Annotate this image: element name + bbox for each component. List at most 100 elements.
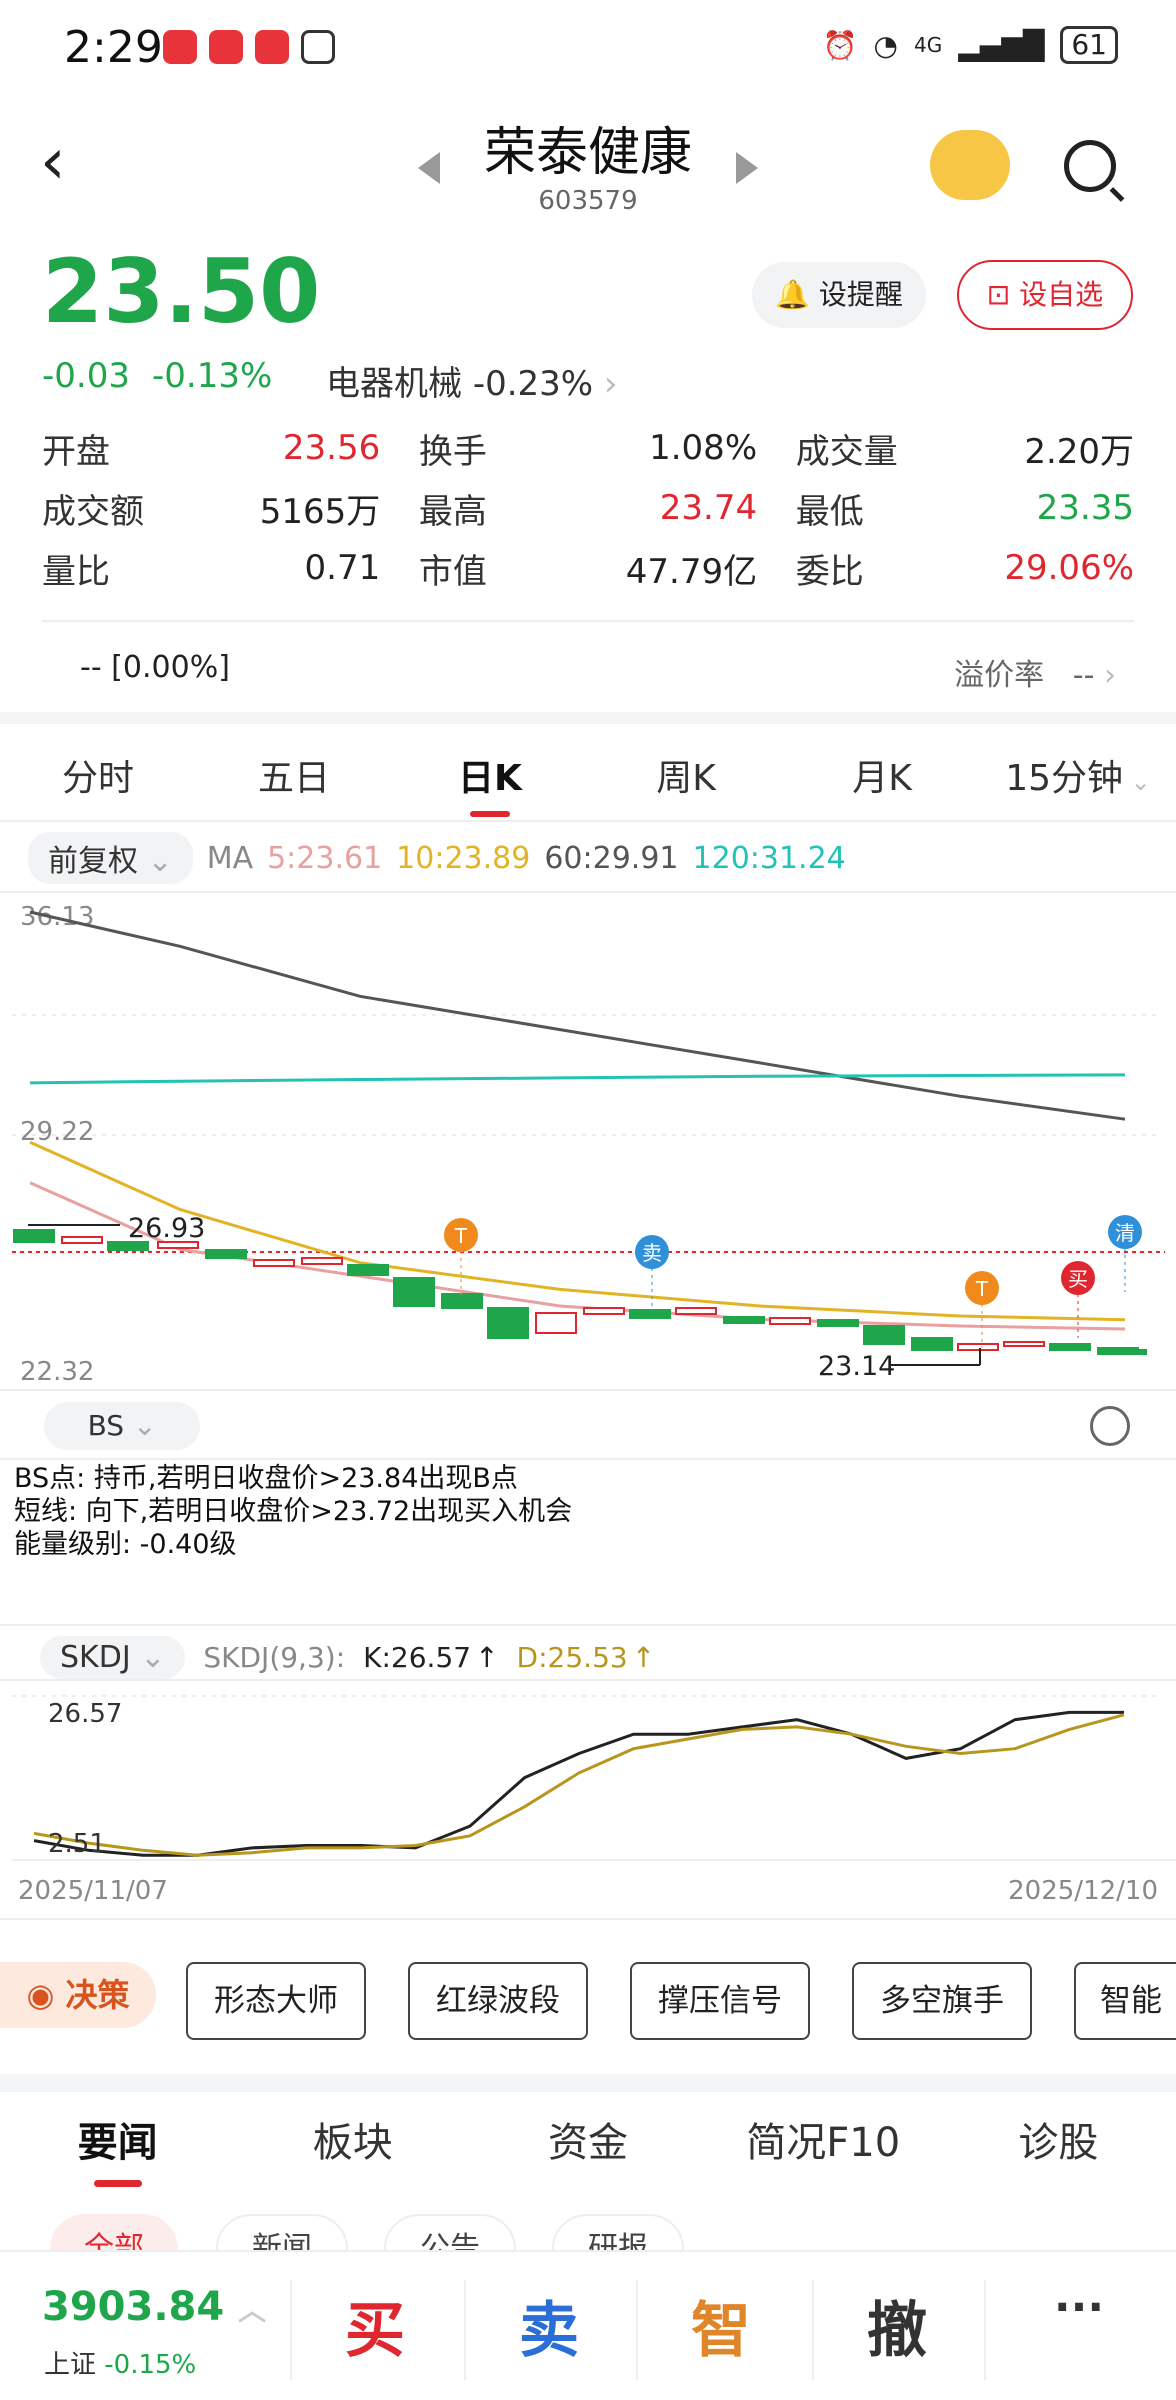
ma-legend: 前复权 ⌄ MA 5:23.61 10:23.89 60:29.91 120:3… (28, 832, 846, 884)
stat-value: 5165万 (259, 491, 381, 532)
candle (13, 1229, 55, 1243)
up-arrow-icon: ↑ (631, 1641, 656, 1674)
chevron-up-icon: ︿ (238, 2294, 267, 2327)
ma60-value: 60:29.91 (544, 840, 679, 876)
divider (984, 2280, 986, 2380)
mascot-icon[interactable] (930, 130, 1010, 200)
more-icon[interactable]: ··· (994, 2282, 1164, 2333)
tool-bull-bear[interactable]: 多空旗手 (852, 1962, 1032, 2040)
decision-button[interactable]: ◉ 决策 (0, 1962, 156, 2028)
status-time: 2:29 (64, 22, 163, 73)
ma5-value: 5:23.61 (267, 840, 383, 876)
tab-diagnosis[interactable]: 诊股 (941, 2110, 1176, 2168)
up-arrow-icon: ↑ (475, 1641, 499, 1674)
tab-monthly-k[interactable]: 月K (784, 749, 980, 801)
premium-rate[interactable]: 溢价率 -- › (954, 650, 1116, 694)
current-price: 23.50 (42, 240, 321, 343)
skdj-y-top: 26.57 (48, 1699, 122, 1729)
bs-info: BS点: 持币,若明日收盘价>23.84出现B点 短线: 向下,若明日收盘价>2… (14, 1462, 572, 1561)
smart-button[interactable]: 智 (636, 2282, 806, 2369)
decision-icon: ◉ (26, 1976, 55, 2014)
skdj-k-line (33, 1710, 1124, 1857)
app-icon (163, 30, 197, 64)
candle (1003, 1341, 1045, 1347)
sector-name: 电器机械 (326, 364, 462, 404)
stat-value: 23.56 (282, 428, 381, 468)
stat-value: 0.71 (304, 548, 381, 588)
bell-icon: 🔔 (775, 278, 810, 311)
tool-pattern-master[interactable]: 形态大师 (186, 1962, 366, 2040)
index-name: 上证 (44, 2350, 97, 2380)
sector-pct: -0.23% (472, 364, 594, 404)
cancel-order-button[interactable]: 撤 (812, 2282, 982, 2369)
index-pct: -0.15% (104, 2350, 197, 2380)
app-icon (209, 30, 243, 64)
settings-gear-icon[interactable] (1090, 1406, 1130, 1446)
nfc-icon (301, 30, 335, 64)
date-end: 2025/12/10 (1008, 1876, 1158, 1906)
app-icon (255, 30, 289, 64)
bottom-trade-bar: 3903.84 ︿ 上证 -0.15% 买 卖 智 撤 ··· (0, 2250, 1176, 2400)
ma-line-ma5 (29, 1181, 1126, 1331)
tab-funds[interactable]: 资金 (470, 2110, 705, 2168)
tool-support-resistance[interactable]: 撑压信号 (630, 1962, 810, 2040)
ma-line-ma60 (29, 910, 1126, 1121)
next-stock-icon[interactable] (736, 152, 758, 184)
price-change: -0.03 (42, 356, 130, 396)
candle (61, 1236, 103, 1244)
stat-label: 委比 (795, 551, 864, 592)
alarm-icon: ⏰ (822, 28, 858, 62)
news-tabs: 要闻 板块 资金 简况F10 诊股 (0, 2110, 1176, 2187)
divider (0, 1458, 1176, 1460)
candle (393, 1277, 435, 1307)
candle (1129, 1349, 1147, 1355)
decision-label: 决策 (65, 1976, 130, 2014)
index-value[interactable]: 3903.84 ︿ (42, 2284, 266, 2330)
premium-label: 溢价率 (954, 658, 1045, 693)
stats-row: 量比 0.71 市值 47.79亿 委比 29.06% (42, 538, 1134, 598)
tool-bar: ◉ 决策 形态大师 红绿波段 撑压信号 多空旗手 智能 (0, 1962, 1176, 2040)
candle (957, 1343, 999, 1351)
sell-button[interactable]: 卖 (464, 2282, 634, 2369)
adjust-select[interactable]: 前复权 ⌄ (28, 832, 193, 884)
set-alert-button[interactable]: 🔔 设提醒 (752, 262, 926, 328)
stat-value: 23.35 (1036, 488, 1135, 528)
candle (769, 1317, 811, 1325)
signal-marker-label: 买 (1068, 1267, 1088, 1291)
tool-smart[interactable]: 智能 (1074, 1962, 1176, 2040)
buy-button[interactable]: 买 (290, 2282, 460, 2369)
section-divider (0, 2074, 1176, 2092)
chevron-down-icon: ⌄ (132, 1409, 157, 1442)
skdj-select[interactable]: SKDJ ⌄ (40, 1636, 186, 1679)
tab-weekly-k[interactable]: 周K (588, 749, 784, 801)
tab-headlines[interactable]: 要闻 (0, 2110, 235, 2187)
tool-red-green-band[interactable]: 红绿波段 (408, 1962, 588, 2040)
tab-sector[interactable]: 板块 (235, 2110, 470, 2168)
stat-label: 最高 (418, 491, 487, 532)
tab-15min[interactable]: 15分钟 ⌄ (980, 749, 1176, 801)
chevron-right-icon: › (603, 364, 618, 404)
tab-five-day[interactable]: 五日 (196, 749, 392, 801)
candle (723, 1316, 765, 1324)
tab-f10[interactable]: 简况F10 (706, 2110, 941, 2168)
tab-intraday[interactable]: 分时 (0, 749, 196, 801)
notification-icons (163, 30, 335, 64)
search-icon[interactable] (1064, 140, 1116, 192)
stat-label: 市值 (418, 551, 487, 592)
bs-select[interactable]: BS ⌄ (44, 1402, 200, 1450)
ma120-value: 120:31.24 (692, 840, 846, 876)
divider (0, 820, 1176, 822)
chevron-down-icon: ⌄ (1123, 768, 1151, 796)
date-start: 2025/11/07 (18, 1876, 168, 1906)
sector-link[interactable]: 电器机械 -0.23% › (326, 356, 618, 405)
stats-row: 成交额 5165万 最高 23.74 最低 23.35 (42, 478, 1134, 538)
period-tabs: 分时 五日 日K 周K 月K 15分钟 ⌄ (0, 730, 1176, 820)
skdj-d-line (33, 1713, 1125, 1857)
candle (675, 1307, 717, 1315)
candle (347, 1264, 389, 1276)
stat-label: 开盘 (42, 431, 110, 472)
add-watchlist-button[interactable]: ⊡ 设自选 (957, 260, 1133, 330)
tab-daily-k[interactable]: 日K (392, 749, 588, 817)
stock-header: ‹ 荣泰健康 603579 (0, 100, 1176, 240)
section-divider (0, 712, 1176, 724)
